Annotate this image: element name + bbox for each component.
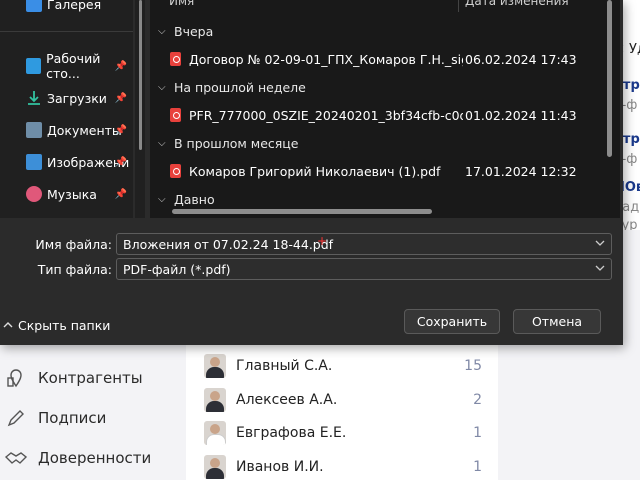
filetype-label: Тип файла: bbox=[37, 262, 112, 277]
user-name: Евграфова Е.Е. bbox=[236, 425, 347, 441]
filename-label: Имя файла: bbox=[35, 237, 112, 252]
filetype-select[interactable]: PDF-файл (*.pdf) bbox=[116, 258, 612, 280]
chevron-up-icon bbox=[3, 322, 13, 328]
group-header[interactable]: ⌵ На прошлой неделе bbox=[158, 75, 306, 99]
nav-item-label: Документы bbox=[47, 122, 122, 138]
list-item[interactable]: Алексеев А.А. 2 bbox=[186, 384, 498, 416]
nav-scrollbar-thumb[interactable] bbox=[139, 0, 142, 150]
pin-icon: 📌 bbox=[114, 188, 127, 200]
avatar bbox=[204, 421, 226, 445]
contractors-icon bbox=[4, 366, 28, 390]
pictures-icon bbox=[26, 154, 42, 170]
group-label: На прошлой неделе bbox=[174, 79, 306, 95]
nav-item-desktop[interactable]: Рабочий сто... 📌 bbox=[0, 50, 133, 82]
avatar bbox=[204, 354, 226, 378]
file-name: Комаров Григорий Николаевич (1).pdf bbox=[189, 163, 441, 179]
pin-icon: 📌 bbox=[114, 60, 127, 72]
file-list[interactable]: Имя Дата изменения ⌵ Вчера Договор № 02-… bbox=[150, 0, 620, 218]
list-item[interactable]: Главный С.А. 15 bbox=[186, 350, 498, 382]
sidebar-item-label: Доверенности bbox=[38, 449, 152, 467]
nav-item-music[interactable]: Музыка 📌 bbox=[0, 178, 133, 210]
nav-item-label: Загрузки bbox=[47, 90, 107, 106]
signatures-icon bbox=[4, 406, 28, 430]
chevron-down-icon[interactable] bbox=[595, 263, 605, 273]
group-label: В прошлом месяце bbox=[174, 135, 299, 151]
pin-icon: 📌 bbox=[114, 124, 127, 136]
gallery-icon bbox=[26, 0, 42, 12]
sidebar-item-label: Контрагенты bbox=[38, 369, 143, 387]
file-row[interactable]: Договор № 02-09-01_ГПХ_Комаров Г.Н._sign… bbox=[170, 46, 600, 72]
downloads-icon bbox=[26, 90, 42, 106]
nav-item-documents[interactable]: Документы 📌 bbox=[0, 114, 133, 146]
file-date: 17.01.2024 12:32 bbox=[465, 163, 577, 179]
chevron-down-icon[interactable] bbox=[595, 238, 605, 248]
file-date: 06.02.2024 17:43 bbox=[465, 51, 577, 67]
user-count: 1 bbox=[473, 425, 482, 441]
text-cursor-icon: + bbox=[317, 234, 328, 248]
column-header-name[interactable]: Имя bbox=[169, 0, 194, 8]
nav-item-gallery[interactable]: Галерея bbox=[0, 0, 133, 20]
file-row[interactable]: PFR_777000_0SZIE_20240201_3bf34cfb-c0dd-… bbox=[170, 102, 600, 128]
list-item[interactable]: Иванов И.И. 1 bbox=[186, 451, 498, 483]
user-name: Главный С.А. bbox=[236, 358, 333, 374]
chevron-down-icon: ⌵ bbox=[158, 81, 166, 93]
filename-field[interactable]: Вложения от 07.02.24 18-44.pdf + bbox=[116, 233, 612, 255]
filename-value: Вложения от 07.02.24 18-44.pdf bbox=[123, 237, 334, 252]
sidebar-item-contractors[interactable]: Контрагенты bbox=[0, 361, 143, 395]
music-icon bbox=[26, 186, 42, 202]
user-count: 1 bbox=[473, 459, 482, 475]
horizontal-scrollbar-thumb[interactable] bbox=[172, 209, 432, 214]
hide-folders-label: Скрыть папки bbox=[18, 317, 111, 333]
pdf-file-icon bbox=[170, 164, 181, 178]
signers-list: Главный С.А. 15 Алексеев А.А. 2 Евграфов… bbox=[186, 345, 498, 480]
pdf-file-icon bbox=[170, 52, 181, 66]
chevron-down-icon: ⌵ bbox=[158, 25, 166, 37]
user-name: Алексеев А.А. bbox=[236, 392, 338, 408]
sidebar-item-signatures[interactable]: Подписи bbox=[0, 401, 106, 435]
file-list-scrollbar-thumb[interactable] bbox=[607, 0, 612, 157]
navigation-pane[interactable]: Галерея Рабочий сто... 📌 Загрузки 📌 Доку… bbox=[0, 0, 133, 218]
pin-icon: 📌 bbox=[114, 92, 127, 104]
nav-item-pictures[interactable]: Изображени 📌 bbox=[0, 146, 133, 178]
column-divider bbox=[458, 0, 459, 12]
divider bbox=[0, 31, 133, 32]
file-name: PFR_777000_0SZIE_20240201_3bf34cfb-c0dd-… bbox=[189, 107, 463, 123]
avatar bbox=[204, 388, 226, 412]
user-name: Иванов И.И. bbox=[236, 459, 324, 475]
nav-item-downloads[interactable]: Загрузки 📌 bbox=[0, 82, 133, 114]
save-file-dialog: Галерея Рабочий сто... 📌 Загрузки 📌 Доку… bbox=[0, 0, 623, 345]
user-count: 15 bbox=[464, 358, 482, 374]
sidebar-item-label: Подписи bbox=[38, 409, 107, 427]
group-header[interactable]: ⌵ В прошлом месяце bbox=[158, 131, 299, 155]
group-label: Вчера bbox=[174, 23, 214, 39]
sidebar-item-powers-of-attorney[interactable]: Доверенности bbox=[0, 441, 151, 475]
group-header[interactable]: ⌵ Вчера bbox=[158, 19, 213, 43]
file-row[interactable]: Комаров Григорий Николаевич (1).pdf 17.0… bbox=[170, 158, 600, 184]
file-date: 01.02.2024 11:43 bbox=[465, 107, 577, 123]
avatar bbox=[204, 455, 226, 479]
handshake-icon bbox=[4, 446, 28, 470]
group-label: Давно bbox=[174, 191, 215, 207]
filetype-value: PDF-файл (*.pdf) bbox=[123, 262, 231, 277]
desktop-icon bbox=[26, 58, 42, 74]
save-button[interactable]: Сохранить bbox=[404, 309, 500, 334]
nav-item-label: Галерея bbox=[47, 0, 102, 12]
chevron-down-icon: ⌵ bbox=[158, 137, 166, 149]
file-name: Договор № 02-09-01_ГПХ_Комаров Г.Н._sign… bbox=[189, 51, 463, 67]
list-item[interactable]: Евграфова Е.Е. 1 bbox=[186, 417, 498, 449]
user-count: 2 bbox=[473, 392, 482, 408]
chevron-down-icon: ⌵ bbox=[158, 193, 166, 205]
documents-icon bbox=[26, 122, 42, 138]
column-header-date[interactable]: Дата изменения bbox=[465, 0, 569, 8]
hide-folders-button[interactable]: Скрыть папки bbox=[2, 316, 110, 334]
pin-icon: 📌 bbox=[114, 156, 127, 168]
pdf-file-icon bbox=[170, 108, 181, 122]
nav-item-label: Музыка bbox=[47, 186, 97, 202]
cancel-button[interactable]: Отмена bbox=[513, 309, 601, 334]
sidebar: Контрагенты Подписи Доверенности bbox=[0, 345, 185, 480]
